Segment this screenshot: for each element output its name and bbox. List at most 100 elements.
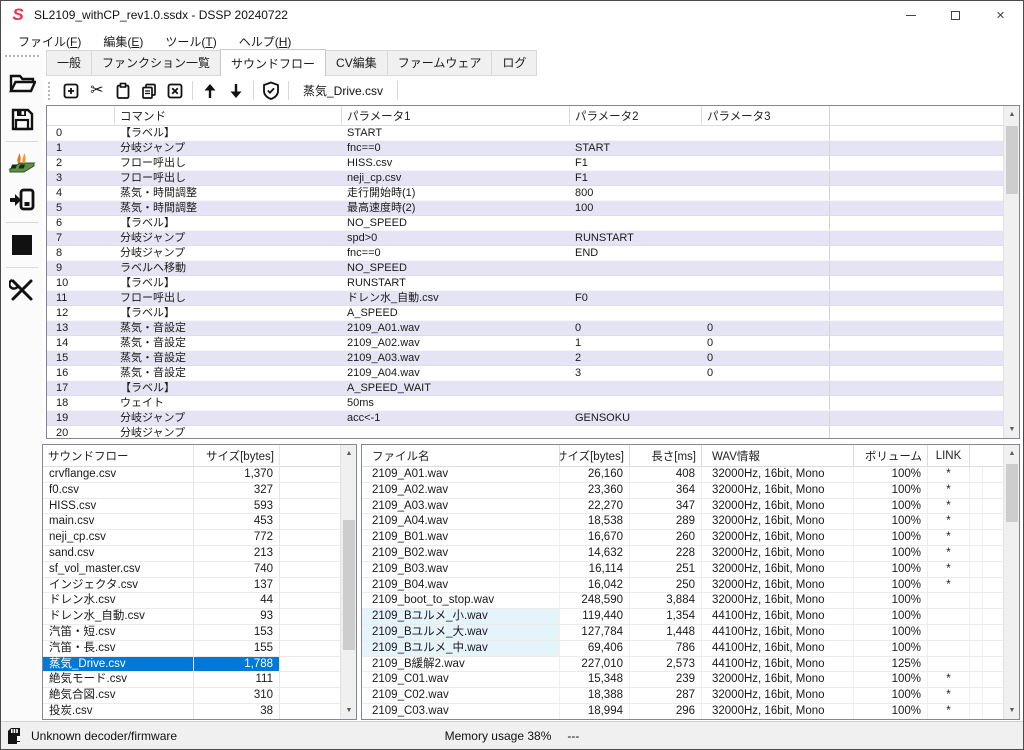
tab-cv-edit[interactable]: CV編集 [326, 50, 388, 76]
header-link[interactable]: LINK [928, 445, 970, 467]
table-row[interactable]: ドレン水.csv44 [43, 593, 340, 609]
table-row[interactable]: 2109_B緩解2.wav227,0102,57344100Hz, 16bit,… [362, 657, 1003, 673]
table-row[interactable]: 12【ラベル】A_SPEED [47, 306, 1003, 321]
table-row[interactable]: 蒸気_Drive.csv1,788 [43, 657, 340, 673]
header-wav-info[interactable]: WAV情報 [702, 445, 854, 467]
stop-button[interactable] [5, 229, 39, 261]
paste-button[interactable] [110, 79, 136, 102]
table-row[interactable]: 汽笛・短.csv153 [43, 625, 340, 641]
table-row[interactable]: インジェクタ.csv137 [43, 578, 340, 594]
minimize-button[interactable] [888, 1, 933, 29]
table-row[interactable]: neji_cp.csv772 [43, 530, 340, 546]
header-volume[interactable]: ボリューム [854, 445, 928, 467]
table-row[interactable]: 投炭.csv38 [43, 704, 340, 719]
scroll-up-icon[interactable]: ▲ [1004, 106, 1020, 123]
maximize-button[interactable] [933, 1, 978, 29]
flow-table-scrollbar[interactable]: ▲ ▼ [1003, 106, 1019, 438]
table-row[interactable]: 17【ラベル】A_SPEED_WAIT [47, 381, 1003, 396]
table-row[interactable]: 14蒸気・音設定2109_A02.wav10 [47, 336, 1003, 351]
table-row[interactable]: 2109_boot_to_stop.wav248,5903,88432000Hz… [362, 593, 1003, 609]
close-button[interactable]: ✕ [978, 1, 1023, 29]
table-row[interactable]: 2109_B04.wav16,04225032000Hz, 16bit, Mon… [362, 578, 1003, 594]
header-param2[interactable]: パラメータ2 [570, 106, 702, 126]
verify-button[interactable] [258, 79, 284, 102]
table-row[interactable]: 2109_Bユルメ_小.wav119,4401,35444100Hz, 16bi… [362, 609, 1003, 625]
move-down-button[interactable] [223, 79, 249, 102]
table-row[interactable]: 4蒸気・時間調整走行開始時(1)800 [47, 186, 1003, 201]
cut-button[interactable]: ✂ [84, 79, 110, 102]
table-row[interactable]: 2109_C01.wav15,34823932000Hz, 16bit, Mon… [362, 672, 1003, 688]
table-row[interactable]: 2109_C02.wav18,38828732000Hz, 16bit, Mon… [362, 688, 1003, 704]
table-row[interactable]: 18ウェイト50ms [47, 396, 1003, 411]
header-flow-name[interactable]: サウンドフロー [43, 445, 194, 467]
table-row[interactable]: 19分岐ジャンプacc<-1GENSOKU [47, 411, 1003, 426]
tab-log[interactable]: ログ [492, 50, 537, 76]
copy-button[interactable] [136, 79, 162, 102]
tab-firmware[interactable]: ファームウェア [388, 50, 493, 76]
sidebar-grip[interactable] [5, 55, 39, 61]
flow-list-scrollbar[interactable]: ▲ ▼ [340, 445, 356, 719]
move-up-button[interactable] [197, 79, 223, 102]
open-file-button[interactable] [5, 67, 39, 99]
header-command[interactable]: コマンド [115, 106, 342, 126]
table-row[interactable]: 13蒸気・音設定2109_A01.wav00 [47, 321, 1003, 336]
table-row[interactable]: 絶気モード.csv111 [43, 672, 340, 688]
tools-button[interactable] [5, 274, 39, 306]
write-device-button[interactable] [5, 184, 39, 216]
scroll-down-icon[interactable]: ▼ [341, 702, 357, 719]
table-row[interactable]: 2109_A01.wav26,16040832000Hz, 16bit, Mon… [362, 467, 1003, 483]
toolbar-grip[interactable] [48, 82, 52, 100]
header-param3[interactable]: パラメータ3 [702, 106, 830, 126]
table-row[interactable]: 16蒸気・音設定2109_A04.wav30 [47, 366, 1003, 381]
table-row[interactable]: 15蒸気・音設定2109_A03.wav20 [47, 351, 1003, 366]
burn-firmware-button[interactable] [5, 148, 39, 180]
table-row[interactable]: 7分岐ジャンプspd>0RUNSTART [47, 231, 1003, 246]
delete-row-button[interactable] [162, 79, 188, 102]
scroll-up-icon[interactable]: ▲ [1004, 445, 1020, 462]
header-row-number[interactable] [47, 106, 115, 126]
table-row[interactable]: 0【ラベル】START [47, 126, 1003, 141]
table-row[interactable]: 6【ラベル】NO_SPEED [47, 216, 1003, 231]
table-row[interactable]: f0.csv327 [43, 483, 340, 499]
scrollbar-thumb[interactable] [1006, 464, 1018, 522]
table-row[interactable]: 2フロー呼出しHISS.csvF1 [47, 156, 1003, 171]
table-row[interactable]: 2109_B01.wav16,67026032000Hz, 16bit, Mon… [362, 530, 1003, 546]
header-file-size[interactable]: サイズ[bytes] [560, 445, 630, 467]
add-row-button[interactable] [58, 79, 84, 102]
table-row[interactable]: 2109_C03.wav18,99429632000Hz, 16bit, Mon… [362, 704, 1003, 719]
scroll-down-icon[interactable]: ▼ [1004, 702, 1020, 719]
table-row[interactable]: 8分岐ジャンプfnc==0END [47, 246, 1003, 261]
table-row[interactable]: 絶気合図.csv310 [43, 688, 340, 704]
table-row[interactable]: 2109_A02.wav23,36036432000Hz, 16bit, Mon… [362, 483, 1003, 499]
header-length[interactable]: 長さ[ms] [630, 445, 702, 467]
table-row[interactable]: 2109_B03.wav16,11425132000Hz, 16bit, Mon… [362, 562, 1003, 578]
header-param1[interactable]: パラメータ1 [342, 106, 570, 126]
table-row[interactable]: sand.csv213 [43, 546, 340, 562]
table-row[interactable]: 2109_A04.wav18,53828932000Hz, 16bit, Mon… [362, 514, 1003, 530]
table-row[interactable]: 20分岐ジャンプ [47, 426, 1003, 438]
table-row[interactable]: 2109_A03.wav22,27034732000Hz, 16bit, Mon… [362, 499, 1003, 515]
scroll-down-icon[interactable]: ▼ [1004, 421, 1020, 438]
scrollbar-thumb[interactable] [1006, 126, 1018, 194]
table-row[interactable]: HISS.csv593 [43, 499, 340, 515]
tab-sound-flow[interactable]: サウンドフロー [220, 49, 326, 76]
table-row[interactable]: 1分岐ジャンプfnc==0START [47, 141, 1003, 156]
table-row[interactable]: 2109_Bユルメ_中.wav69,40678644100Hz, 16bit, … [362, 641, 1003, 657]
table-row[interactable]: 3フロー呼出しneji_cp.csvF1 [47, 171, 1003, 186]
table-row[interactable]: 2109_B02.wav14,63222832000Hz, 16bit, Mon… [362, 546, 1003, 562]
table-row[interactable]: 5蒸気・時間調整最高速度時(2)100 [47, 201, 1003, 216]
file-list-scrollbar[interactable]: ▲ ▼ [1003, 445, 1019, 719]
table-row[interactable]: main.csv453 [43, 514, 340, 530]
table-row[interactable]: 10【ラベル】RUNSTART [47, 276, 1003, 291]
scrollbar-thumb[interactable] [343, 520, 355, 650]
scroll-up-icon[interactable]: ▲ [341, 445, 357, 462]
header-file-name[interactable]: ファイル名 [362, 445, 560, 467]
header-flow-size[interactable]: サイズ[bytes] [194, 445, 280, 467]
table-row[interactable]: 11フロー呼出しドレン水_自動.csvF0 [47, 291, 1003, 306]
save-file-button[interactable] [5, 103, 39, 135]
table-row[interactable]: crvflange.csv1,370 [43, 467, 340, 483]
table-row[interactable]: 2109_Bユルメ_大.wav127,7841,44844100Hz, 16bi… [362, 625, 1003, 641]
tab-function-list[interactable]: ファンクション一覧 [92, 50, 221, 76]
table-row[interactable]: ドレン水_自動.csv93 [43, 609, 340, 625]
table-row[interactable]: 9ラベルへ移動NO_SPEED [47, 261, 1003, 276]
